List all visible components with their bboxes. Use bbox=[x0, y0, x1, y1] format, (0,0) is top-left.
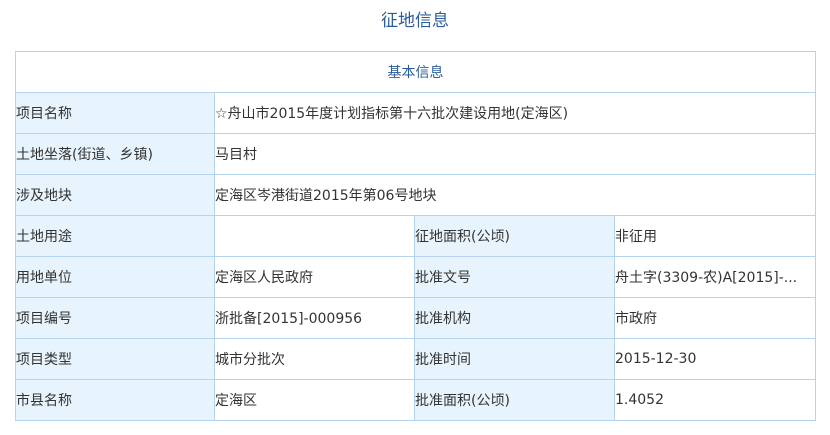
land-use-label: 土地用途 bbox=[15, 215, 215, 257]
section-title: 基本信息 bbox=[15, 51, 816, 93]
approved-area-value: 1.4052 bbox=[614, 379, 816, 421]
county-name-value: 定海区 bbox=[214, 379, 415, 421]
project-type-label: 项目类型 bbox=[15, 338, 215, 380]
parcels-value: 定海区岑港街道2015年第06号地块 bbox=[214, 174, 816, 216]
county-name-label: 市县名称 bbox=[15, 379, 215, 421]
table-row: 市县名称 定海区 批准面积(公顷) 1.4052 bbox=[15, 379, 816, 421]
approval-authority-label: 批准机构 bbox=[414, 297, 615, 339]
land-user-value: 定海区人民政府 bbox=[214, 256, 415, 298]
section-header-row: 基本信息 bbox=[15, 51, 816, 93]
approval-authority-value: 市政府 bbox=[614, 297, 816, 339]
table-row: 土地坐落(街道、乡镇) 马目村 bbox=[15, 133, 816, 175]
land-acquisition-info-table: 基本信息 项目名称 ☆舟山市2015年度计划指标第十六批次建设用地(定海区) 土… bbox=[15, 51, 816, 421]
table-row: 用地单位 定海区人民政府 批准文号 舟土字(3309-农)A[2015]-... bbox=[15, 256, 816, 298]
approved-area-label: 批准面积(公顷) bbox=[414, 379, 615, 421]
acquisition-area-value: 非征用 bbox=[614, 215, 816, 257]
table-row: 项目名称 ☆舟山市2015年度计划指标第十六批次建设用地(定海区) bbox=[15, 92, 816, 134]
table-row: 土地用途 征地面积(公顷) 非征用 bbox=[15, 215, 816, 257]
acquisition-area-label: 征地面积(公顷) bbox=[414, 215, 615, 257]
parcels-label: 涉及地块 bbox=[15, 174, 215, 216]
location-label: 土地坐落(街道、乡镇) bbox=[15, 133, 215, 175]
project-number-label: 项目编号 bbox=[15, 297, 215, 339]
approval-document-label: 批准文号 bbox=[414, 256, 615, 298]
project-name-label: 项目名称 bbox=[15, 92, 215, 134]
project-number-value: 浙批备[2015]-000956 bbox=[214, 297, 415, 339]
land-use-value bbox=[214, 215, 415, 257]
land-user-label: 用地单位 bbox=[15, 256, 215, 298]
project-name-value: ☆舟山市2015年度计划指标第十六批次建设用地(定海区) bbox=[214, 92, 816, 134]
approval-date-value: 2015-12-30 bbox=[614, 338, 816, 380]
project-type-value: 城市分批次 bbox=[214, 338, 415, 380]
approval-date-label: 批准时间 bbox=[414, 338, 615, 380]
table-row: 项目类型 城市分批次 批准时间 2015-12-30 bbox=[15, 338, 816, 380]
table-row: 项目编号 浙批备[2015]-000956 批准机构 市政府 bbox=[15, 297, 816, 339]
table-row: 涉及地块 定海区岑港街道2015年第06号地块 bbox=[15, 174, 816, 216]
page-title: 征地信息 bbox=[381, 11, 449, 31]
location-value: 马目村 bbox=[214, 133, 816, 175]
approval-document-value: 舟土字(3309-农)A[2015]-... bbox=[614, 256, 816, 298]
